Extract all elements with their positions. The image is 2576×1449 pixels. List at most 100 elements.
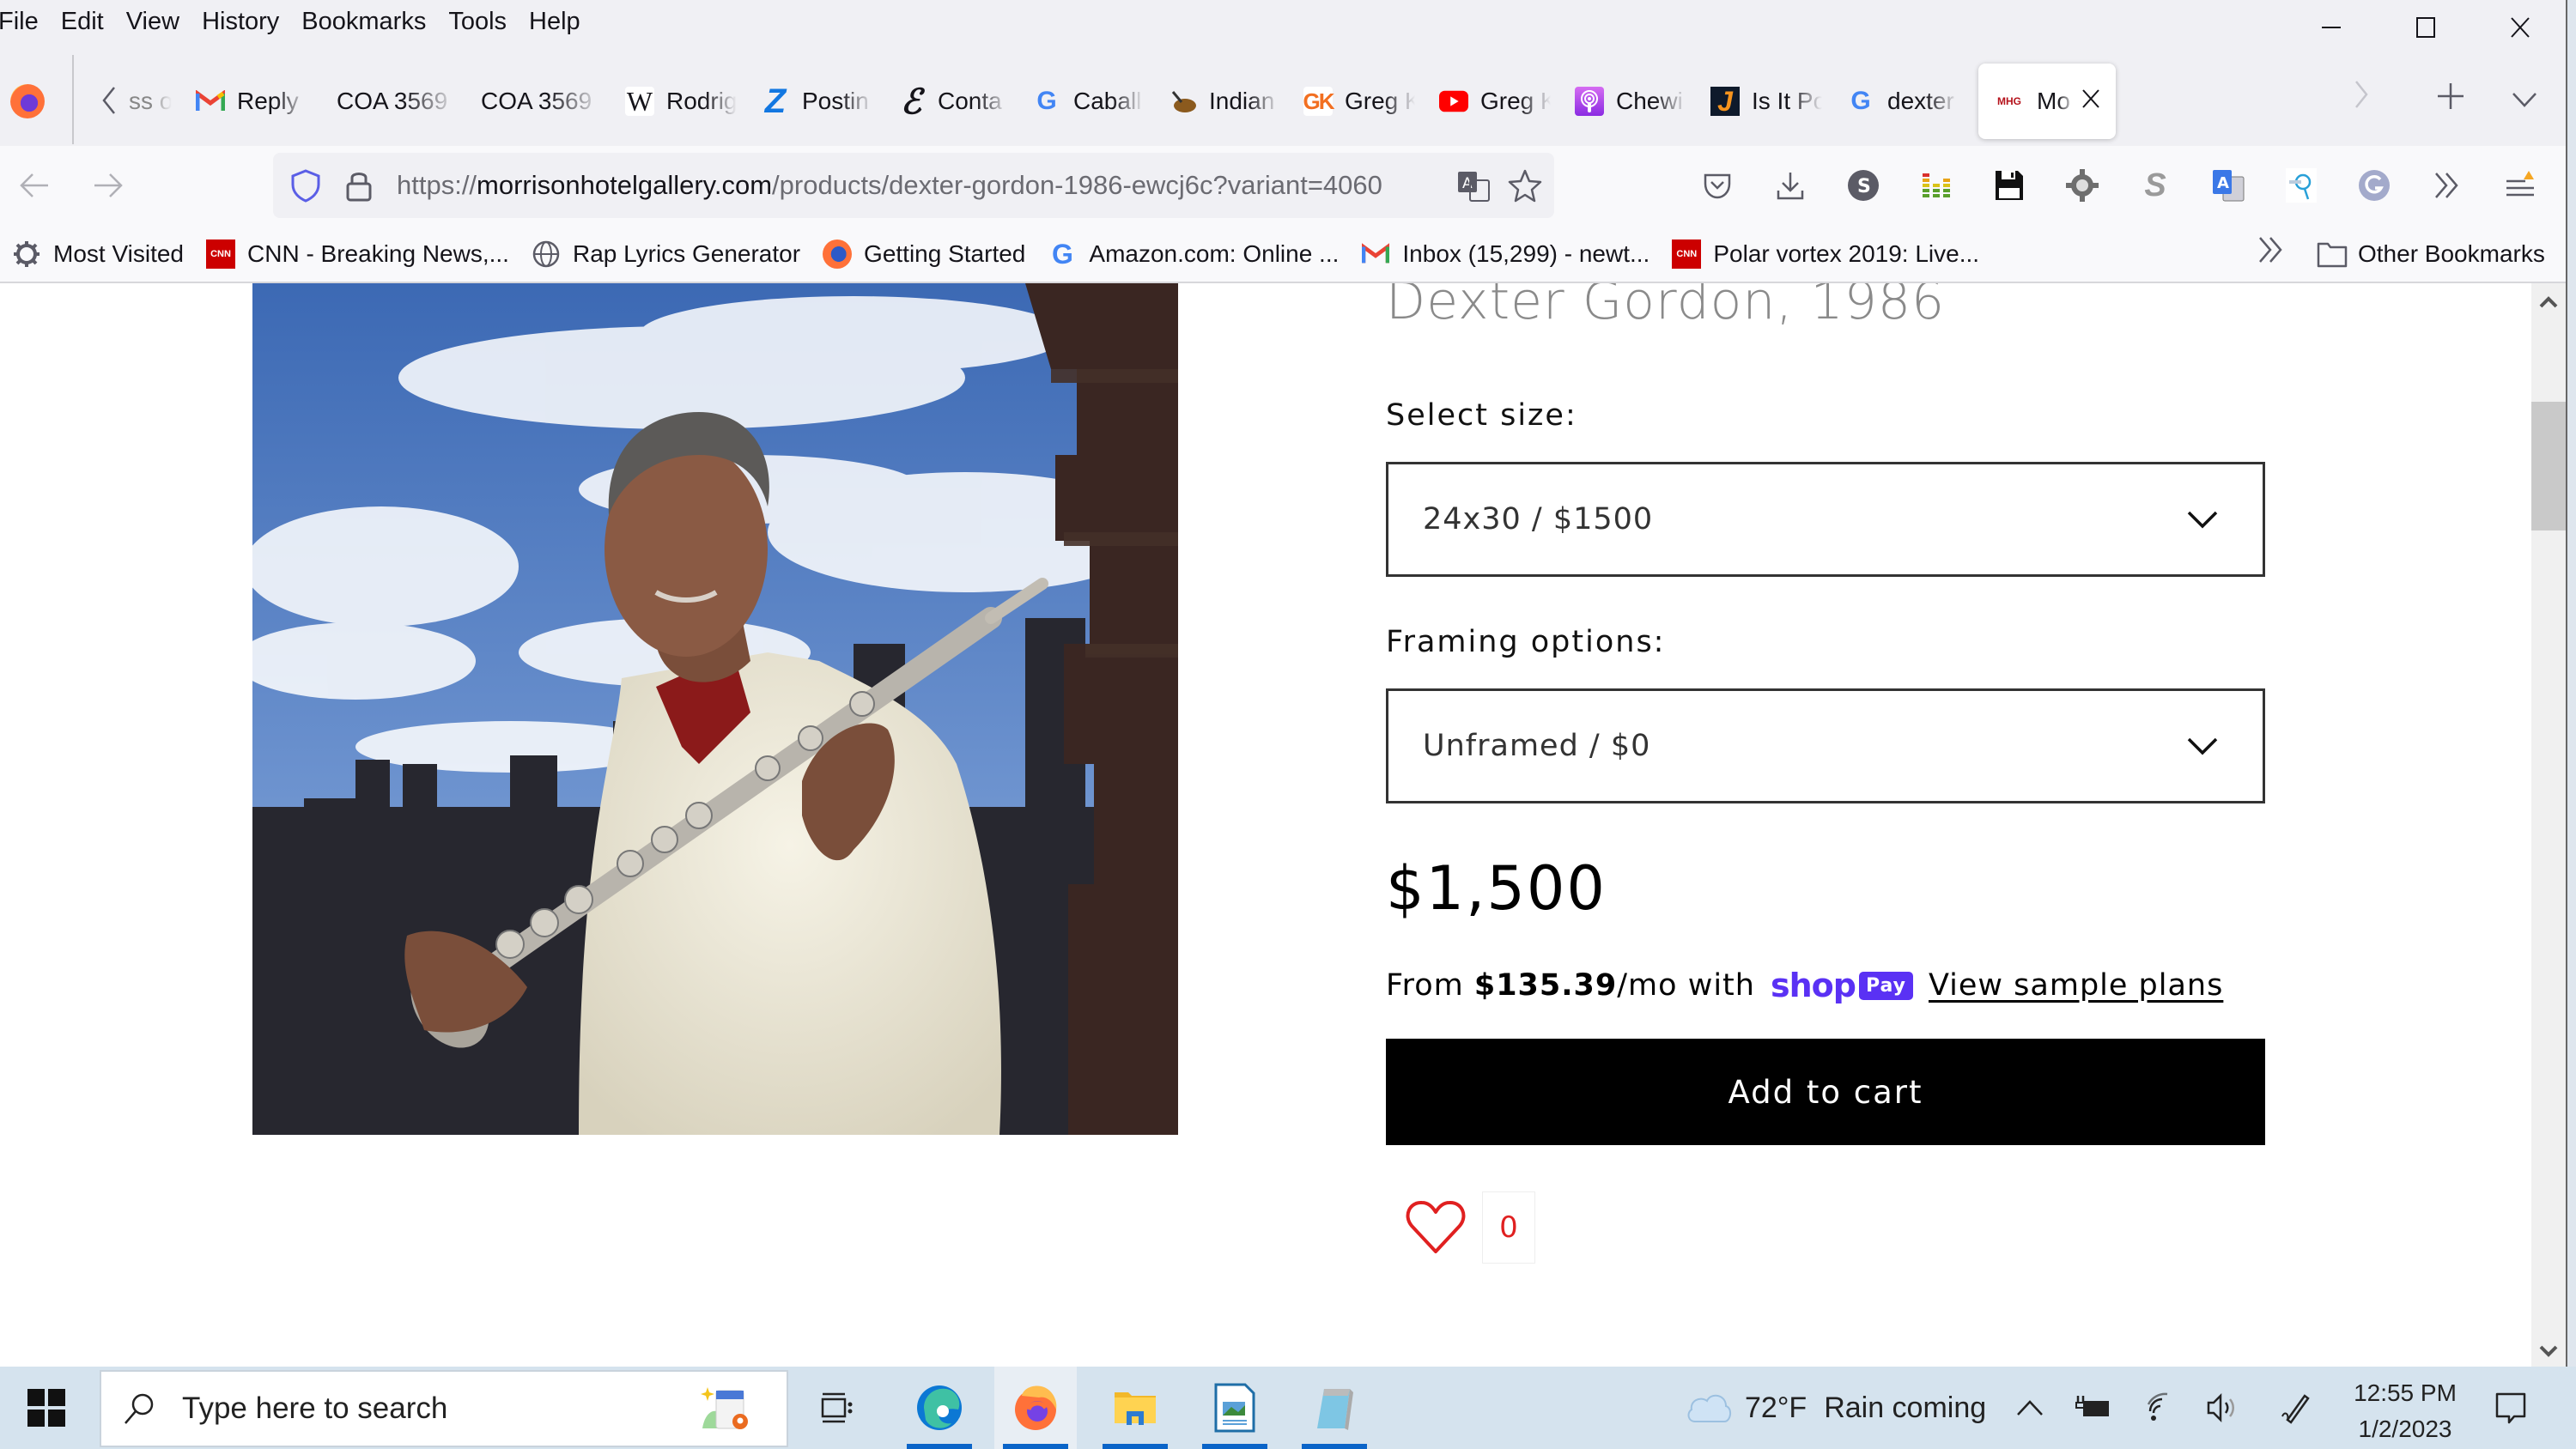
forward-button[interactable] [84, 161, 132, 209]
bookmark-star-button[interactable] [1504, 165, 1546, 206]
product-photo[interactable] [252, 283, 1178, 1135]
bookmark-getting-started[interactable]: Getting Started [823, 239, 1025, 269]
settings-gear-icon [2066, 169, 2099, 202]
bookmark-rap-lyrics[interactable]: Rap Lyrics Generator [532, 239, 800, 269]
pen-workspace-button[interactable] [2275, 1387, 2317, 1428]
task-view-button[interactable] [795, 1367, 878, 1449]
address-bar[interactable]: https://morrisonhotelgallery.com/product… [273, 153, 1554, 218]
pocket-button[interactable] [1692, 160, 1743, 211]
weather-widget[interactable]: 72°F Rain coming [1685, 1367, 1986, 1449]
list-all-tabs-button[interactable] [2500, 76, 2549, 124]
tab-coa-2[interactable]: COA 3569 [469, 62, 613, 141]
tab-google-caball[interactable]: G Caball [1020, 62, 1156, 141]
tab-google-dexter[interactable]: G dexter [1834, 62, 1970, 141]
show-hidden-icons-button[interactable] [2009, 1387, 2050, 1428]
bookmark-inbox[interactable]: Inbox (15,299) - newt... [1361, 239, 1649, 269]
heart-icon[interactable] [1405, 1200, 1467, 1255]
menu-bookmarks[interactable]: Bookmarks [301, 8, 426, 36]
taskbar-edge[interactable] [898, 1367, 981, 1449]
tab-scroll-left-button[interactable] [96, 79, 122, 122]
svg-text:S: S [1857, 176, 1871, 197]
s-extension-button[interactable]: S [1838, 160, 1889, 211]
task-view-icon [821, 1392, 853, 1423]
lock-icon[interactable] [343, 168, 374, 203]
maximize-button[interactable] [2379, 0, 2473, 55]
tab-wikipedia[interactable]: W Rodrig [613, 62, 749, 141]
tab-is-it-po[interactable]: J Is It Po [1698, 62, 1834, 141]
tab-indian[interactable]: Indian [1156, 62, 1291, 141]
menu-tools[interactable]: Tools [448, 8, 507, 36]
more-tools-button[interactable] [2421, 160, 2473, 211]
close-tab-button[interactable] [2081, 87, 2100, 116]
tab-label: ss o [129, 88, 172, 114]
framing-select[interactable]: Unframed / $0 [1386, 688, 2265, 803]
tab-podcasts[interactable]: Chewi [1563, 62, 1698, 141]
equalizer-extension-button[interactable] [1911, 160, 1962, 211]
tab[interactable]: ss o [129, 62, 184, 141]
search-ext-icon [2286, 168, 2317, 203]
tab-gmail[interactable]: Reply [184, 62, 319, 141]
other-bookmarks-folder[interactable]: Other Bookmarks [2317, 227, 2545, 282]
tab-youtube-greg-k[interactable]: Greg K [1427, 62, 1563, 141]
bookmark-cnn[interactable]: CNN CNN - Breaking News,... [206, 239, 509, 269]
volume-button[interactable] [2202, 1387, 2243, 1428]
battery-button[interactable] [2073, 1387, 2114, 1428]
menu-view[interactable]: View [126, 8, 179, 36]
taskbar-file-explorer[interactable] [1094, 1367, 1176, 1449]
taskbar-search-box[interactable]: Type here to search [100, 1370, 788, 1447]
app-menu-button[interactable] [2494, 160, 2546, 211]
bookmark-most-visited[interactable]: Most Visited [12, 239, 184, 269]
network-button[interactable] [2140, 1387, 2181, 1428]
firefox-view-icon[interactable] [10, 84, 45, 118]
url-text[interactable]: https://morrisonhotelgallery.com/product… [397, 170, 1443, 201]
installment-from: From [1386, 968, 1474, 1003]
taskbar-libreoffice-draw[interactable] [1194, 1367, 1276, 1449]
tab-morrison-hotel-gallery[interactable]: MHG Mo [1978, 64, 2116, 139]
tracking-protection-shield-icon[interactable] [289, 168, 323, 203]
tab-zillow[interactable]: Z Postin [749, 62, 884, 141]
gmail-icon [196, 87, 225, 116]
scroll-up-button[interactable] [2531, 287, 2566, 318]
chevron-up-icon [2539, 296, 2558, 308]
s-grey-extension-button[interactable]: S [2129, 160, 2181, 211]
bookmarks-overflow-button[interactable] [2257, 235, 2286, 271]
bookmark-polar-vortex[interactable]: CNN Polar vortex 2019: Live... [1672, 239, 1979, 269]
url-path: /products/dexter-gordon-1986-ewcj6c?vari… [772, 170, 1382, 200]
tab-scroll-right-button[interactable] [2353, 79, 2370, 118]
view-sample-plans-link[interactable]: View sample plans [1929, 968, 2223, 1003]
star-icon [1508, 169, 1542, 203]
bookmark-amazon[interactable]: G Amazon.com: Online ... [1048, 239, 1339, 270]
scroll-down-button[interactable] [2531, 1336, 2566, 1367]
notifications-button[interactable] [2490, 1387, 2531, 1428]
settings-extension-button[interactable] [2057, 160, 2108, 211]
grammarly-extension-button[interactable] [2348, 160, 2400, 211]
google-icon: G [1850, 87, 1871, 115]
menu-history[interactable]: History [202, 8, 279, 36]
menu-edit[interactable]: Edit [61, 8, 104, 36]
menu-help[interactable]: Help [529, 8, 580, 36]
downloads-button[interactable] [1765, 160, 1816, 211]
minimize-button[interactable] [2284, 0, 2379, 55]
scrollbar-thumb[interactable] [2531, 402, 2566, 530]
menu-file[interactable]: File [0, 8, 39, 36]
vertical-scrollbar[interactable] [2531, 283, 2566, 1367]
tab-bar: ss o Reply COA 3569 COA 3569 W Rodrig Z … [0, 43, 2567, 160]
add-to-cart-button[interactable]: Add to cart [1386, 1039, 2265, 1145]
new-tab-button[interactable] [2423, 69, 2478, 124]
taskbar-firefox[interactable] [994, 1367, 1077, 1449]
gk-icon: GK [1303, 87, 1335, 116]
tab-coa-1[interactable]: COA 3569 [325, 62, 469, 141]
translate-extension-button[interactable]: A [2202, 160, 2254, 211]
size-select[interactable]: 24x30 / $1500 [1386, 462, 2265, 577]
installment-suffix: /mo with [1617, 968, 1755, 1003]
taskbar-notepad[interactable] [1293, 1367, 1376, 1449]
back-button[interactable] [10, 161, 58, 209]
tab-greg-k[interactable]: GK Greg K [1291, 62, 1427, 141]
save-extension-button[interactable] [1984, 160, 2035, 211]
windows-start-button[interactable] [27, 1389, 65, 1427]
search-extension-button[interactable] [2275, 160, 2327, 211]
close-window-button[interactable] [2473, 0, 2567, 55]
translate-page-button[interactable]: A [1453, 165, 1494, 206]
system-clock[interactable]: 12:55 PM 1/2/2023 [2349, 1375, 2461, 1447]
tab-contact[interactable]: ℰ Conta [884, 62, 1020, 141]
